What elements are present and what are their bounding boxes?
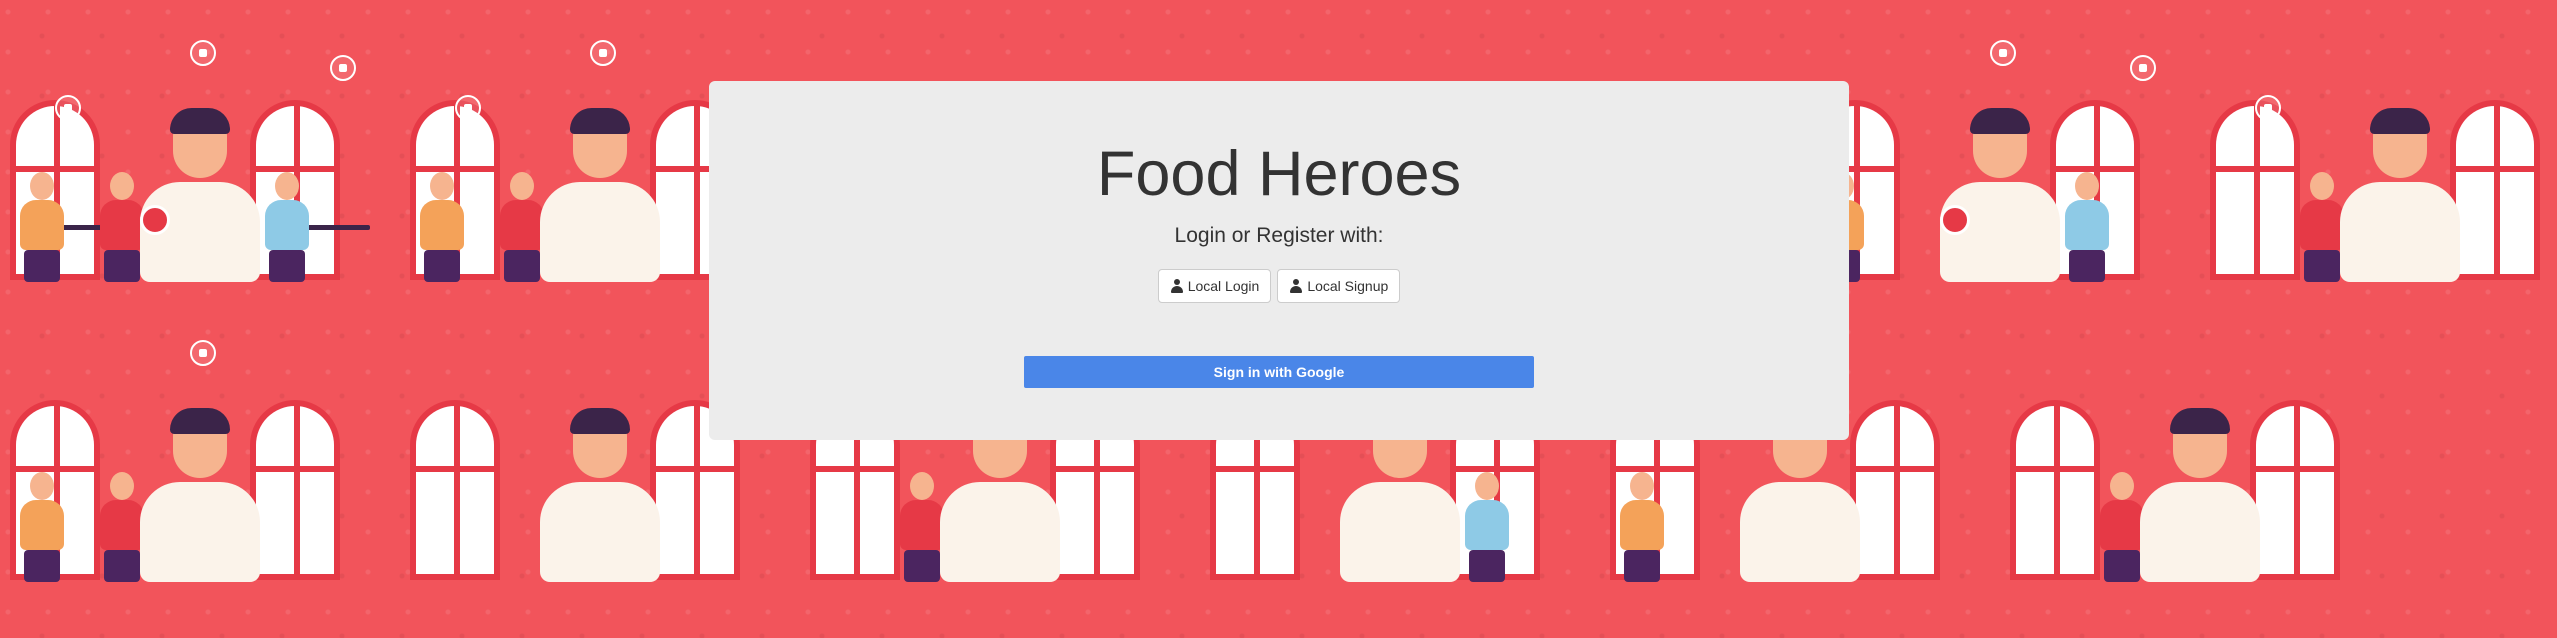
hero-figure [140,108,260,282]
food-bubble-icon [190,340,216,366]
restaurant-window [2010,400,2100,580]
hero-figure [540,108,660,282]
user-icon [1289,279,1303,293]
food-bubble-icon [590,40,616,66]
food-badge-icon [1940,205,1970,235]
food-bubble-icon [330,55,356,81]
diner-figure [2300,172,2344,282]
diner-figure [1465,472,1509,582]
hero-figure [540,408,660,582]
diner-figure [20,472,64,582]
food-bubble-icon [2255,95,2281,121]
food-bubble-icon [1990,40,2016,66]
hero-figure [1940,108,2060,282]
hero-figure [140,408,260,582]
local-login-label: Local Login [1187,278,1260,294]
restaurant-scene [1800,0,2200,300]
restaurant-window [2210,100,2300,280]
local-signup-label: Local Signup [1307,278,1389,294]
local-auth-buttons: Local Login Local Signup [709,269,1849,303]
restaurant-window [2250,400,2340,580]
restaurant-scene [2000,300,2400,600]
food-bubble-icon [265,125,291,151]
restaurant-window [250,400,340,580]
diner-figure [100,472,144,582]
diner-figure [20,172,64,282]
restaurant-window [410,400,500,580]
food-badge-icon [140,205,170,235]
restaurant-window [2450,100,2540,280]
food-bubble-icon [55,95,81,121]
food-bubble-icon [455,95,481,121]
login-card: Food Heroes Login or Register with: Loca… [709,81,1849,440]
diner-figure [265,172,309,282]
local-signup-button[interactable]: Local Signup [1277,269,1401,303]
diner-figure [500,172,544,282]
user-icon [1170,279,1184,293]
diner-figure [2065,172,2109,282]
diner-figure [420,172,464,282]
local-login-button[interactable]: Local Login [1157,269,1272,303]
restaurant-scene [0,0,400,300]
hero-figure [2140,408,2260,582]
restaurant-scene [2200,0,2557,300]
google-signin-button[interactable]: Sign in with Google [1024,356,1534,388]
restaurant-scene [0,300,400,600]
app-title: Food Heroes [1096,139,1462,209]
food-bubble-icon [2130,55,2156,81]
diner-figure [900,472,944,582]
diner-figure [100,172,144,282]
diner-figure [2100,472,2144,582]
food-bubble-icon [190,40,216,66]
restaurant-window [1850,400,1940,580]
diner-figure [1620,472,1664,582]
login-subtitle: Login or Register with: [1174,224,1384,247]
hero-figure [2340,108,2460,282]
